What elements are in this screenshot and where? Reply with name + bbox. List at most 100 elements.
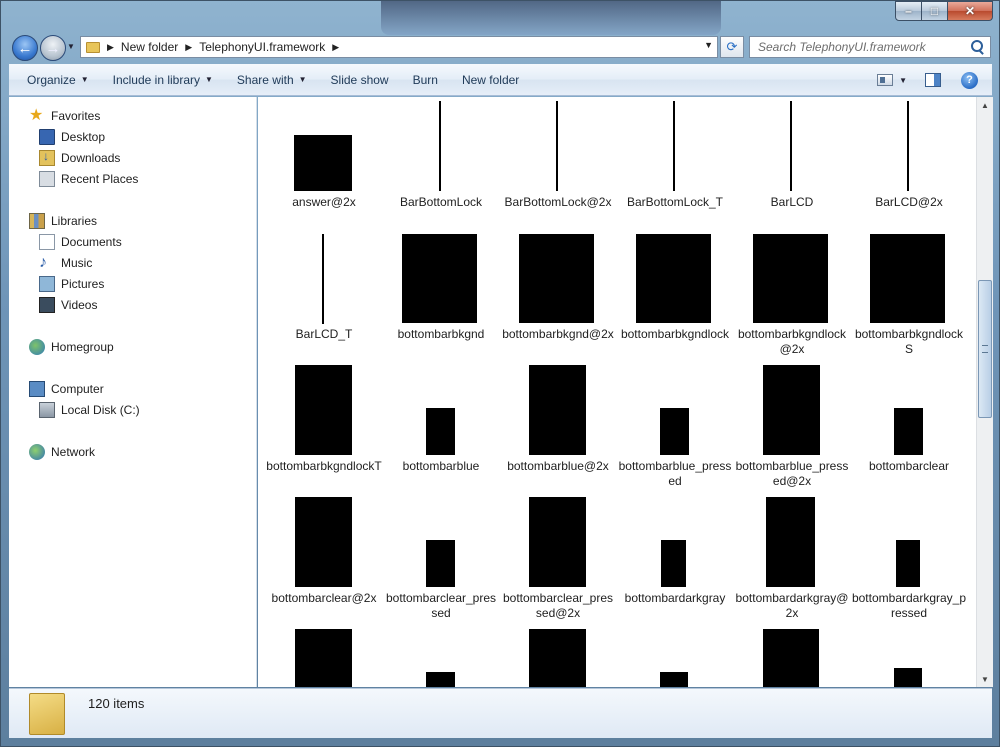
image-thumbnail [529, 365, 586, 455]
preview-pane-icon[interactable] [925, 73, 941, 87]
file-name: bottombardarkgray [624, 591, 726, 605]
back-button[interactable]: ← [12, 35, 38, 61]
help-icon[interactable]: ? [961, 71, 978, 89]
file-name: bottombarclear_pressed@2x [502, 591, 614, 620]
image-thumbnail [322, 234, 324, 324]
address-dropdown-icon[interactable]: ▼ [704, 40, 713, 50]
image-thumbnail [426, 408, 455, 455]
organize-button[interactable]: Organize ▼ [19, 68, 97, 92]
breadcrumb-new-folder[interactable]: New folder [121, 40, 178, 54]
recent-pages-dropdown[interactable]: ▼ [67, 42, 75, 51]
slide-show-button[interactable]: Slide show [323, 68, 397, 92]
chevron-right-icon[interactable]: ▶ [107, 42, 114, 53]
sidebar-item-recent-places[interactable]: Recent Places [39, 169, 138, 189]
file-item[interactable]: bottombarbkgnd [383, 229, 499, 359]
sidebar-item-label: Documents [61, 235, 122, 249]
include-in-library-button[interactable]: Include in library ▼ [105, 68, 221, 92]
image-thumbnail[interactable] [426, 672, 455, 687]
minimize-button[interactable]: – [895, 1, 922, 21]
file-name: BarLCD@2x [875, 195, 943, 209]
file-item[interactable]: bottombarbkgndlock [617, 229, 733, 359]
file-name: BarBottomLock_T [626, 195, 724, 209]
file-name: bottombardarkgray_pressed [851, 591, 967, 620]
image-thumbnail[interactable] [529, 629, 586, 687]
sidebar-item-label: Favorites [51, 109, 101, 123]
scroll-down-icon[interactable]: ▼ [977, 671, 993, 687]
sidebar-item-favorites[interactable]: ★ Favorites [29, 106, 100, 126]
sidebar-item-pictures[interactable]: Pictures [39, 274, 104, 294]
sidebar-item-libraries[interactable]: Libraries [29, 211, 97, 231]
file-item[interactable]: bottombarbkgndlockT [266, 361, 382, 491]
sidebar-item-label: Libraries [51, 214, 98, 228]
chevron-down-icon[interactable]: ▼ [899, 76, 907, 85]
image-thumbnail[interactable] [295, 629, 352, 687]
file-item[interactable]: BarBottomLock_T [617, 97, 733, 227]
file-item[interactable]: bottombarclear_pressed [383, 493, 499, 623]
file-item[interactable]: answer@2x [266, 97, 382, 227]
image-thumbnail[interactable] [763, 629, 819, 687]
file-item[interactable]: bottombarclear [851, 361, 967, 491]
sidebar-item-label: Local Disk (C:) [61, 403, 140, 417]
sidebar-item-computer[interactable]: Computer [29, 379, 104, 399]
file-item[interactable]: bottombarclear@2x [266, 493, 382, 623]
image-thumbnail[interactable] [660, 672, 688, 687]
file-name: BarLCD [770, 195, 814, 209]
file-item[interactable]: BarBottomLock@2x [500, 97, 616, 227]
search-icon[interactable] [968, 38, 986, 56]
address-bar[interactable]: ▶ New folder ▶ TelephonyUI.framework ▶ ▼ [80, 36, 718, 58]
sidebar-item-desktop[interactable]: Desktop [39, 127, 105, 147]
sidebar-item-downloads[interactable]: Downloads [39, 148, 120, 168]
details-pane: 120 items [9, 688, 992, 738]
search-box[interactable] [749, 36, 991, 58]
file-item[interactable]: bottombarblue_pressed [617, 361, 733, 491]
file-item[interactable]: bottombardarkgray [617, 493, 733, 623]
maximize-button[interactable]: □ [922, 1, 948, 21]
sidebar-item-label: Music [61, 256, 93, 270]
file-item[interactable]: BarBottomLock [383, 97, 499, 227]
file-name: bottombarbkgndlockT [266, 459, 382, 473]
sidebar-item-music[interactable]: ♪ Music [39, 253, 92, 273]
close-button[interactable]: ✕ [948, 1, 993, 21]
image-thumbnail[interactable] [894, 668, 922, 687]
image-thumbnail [661, 540, 686, 587]
forward-button[interactable]: → [40, 35, 66, 61]
file-item[interactable]: BarLCD [734, 97, 850, 227]
file-item[interactable]: bottombardarkgray_pressed [851, 493, 967, 623]
image-thumbnail [870, 234, 945, 323]
sidebar-item-local-disk[interactable]: Local Disk (C:) [39, 400, 140, 420]
maximize-icon: □ [930, 4, 939, 18]
image-thumbnail [766, 497, 815, 587]
file-item[interactable]: bottombarblue@2x [500, 361, 616, 491]
file-item[interactable]: BarLCD@2x [851, 97, 967, 227]
file-item[interactable]: BarLCD_T [266, 229, 382, 359]
new-folder-button[interactable]: New folder [454, 68, 527, 92]
sidebar-item-documents[interactable]: Documents [39, 232, 122, 252]
sidebar-item-label: Videos [61, 298, 98, 312]
file-item[interactable]: bottombarbkgnd@2x [500, 229, 616, 359]
file-item[interactable]: bottombarblue_pressed@2x [734, 361, 850, 491]
refresh-button[interactable]: ⟳ [720, 36, 744, 58]
sidebar-item-network[interactable]: Network [29, 442, 95, 462]
scrollbar-thumb[interactable] [978, 280, 992, 418]
file-name: answer@2x [292, 195, 356, 209]
chevron-right-icon[interactable]: ▶ [185, 42, 192, 53]
file-name: bottombarbkgndlock@2x [737, 327, 847, 356]
breadcrumb-telephonyui[interactable]: TelephonyUI.framework [199, 40, 325, 54]
file-name: bottombarclear@2x [271, 591, 377, 605]
file-item[interactable]: bottombarclear_pressed@2x [500, 493, 616, 623]
chevron-right-icon[interactable]: ▶ [332, 42, 339, 53]
sidebar-item-homegroup[interactable]: Homegroup [29, 337, 114, 357]
refresh-icon: ⟳ [726, 39, 738, 54]
vertical-scrollbar[interactable]: ▲ ▼ [976, 97, 993, 687]
burn-button[interactable]: Burn [405, 68, 446, 92]
share-with-button[interactable]: Share with ▼ [229, 68, 315, 92]
file-item[interactable]: bottombarbkgndlock@2x [734, 229, 850, 359]
recent-places-icon [39, 171, 55, 187]
file-item[interactable]: bottombardarkgray@2x [734, 493, 850, 623]
search-input[interactable] [758, 38, 968, 56]
sidebar-item-videos[interactable]: Videos [39, 295, 97, 315]
change-view-icon[interactable] [877, 74, 894, 86]
file-item[interactable]: bottombarbkgndlockS [851, 229, 967, 359]
scroll-up-icon[interactable]: ▲ [977, 97, 993, 113]
file-item[interactable]: bottombarblue [383, 361, 499, 491]
